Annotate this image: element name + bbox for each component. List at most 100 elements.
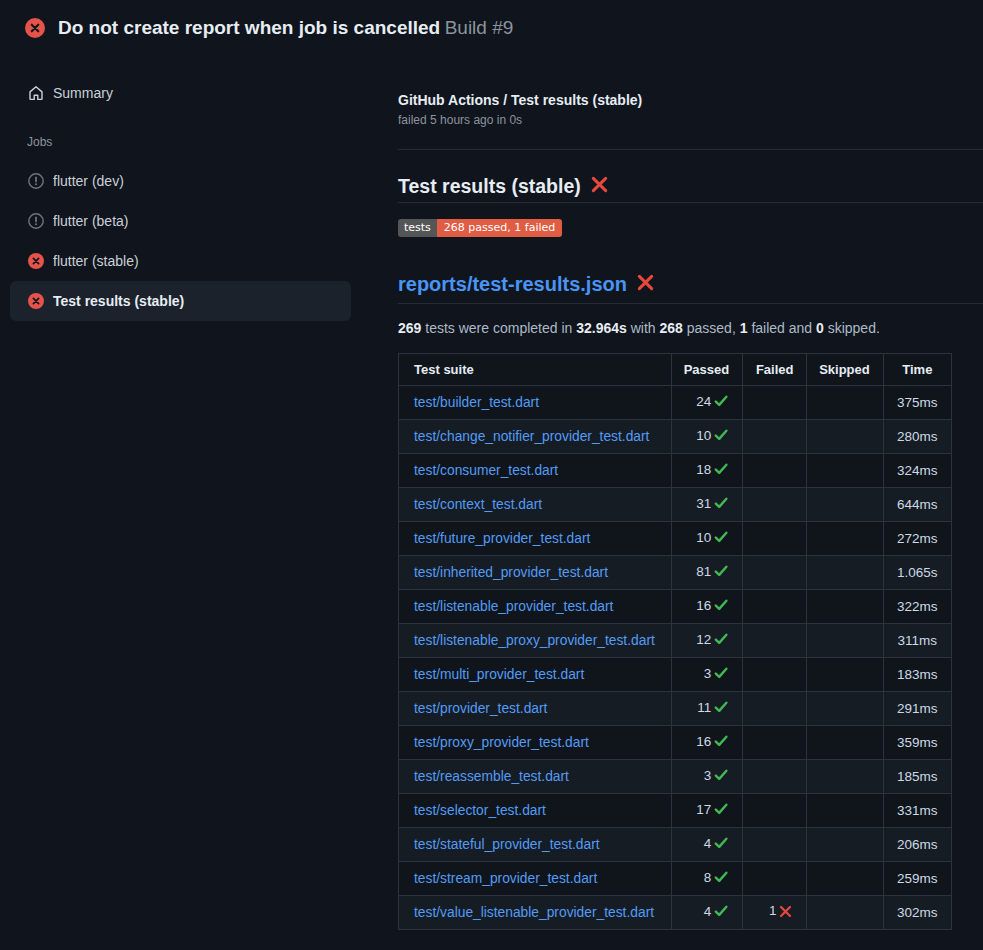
skipped-cell <box>807 624 883 658</box>
skipped-cell <box>807 760 883 794</box>
passed-cell: 8 <box>671 862 742 896</box>
time-cell: 291ms <box>883 692 951 726</box>
skipped-cell <box>807 386 883 420</box>
main-panel: GitHub Actions / Test results (stable) f… <box>398 56 983 930</box>
table-row: test/builder_test.dart 24 375ms <box>399 386 952 420</box>
time-cell: 185ms <box>883 760 951 794</box>
test-suite-link[interactable]: test/listenable_proxy_provider_test.dart <box>414 633 655 648</box>
table-row: test/proxy_provider_test.dart 16 359ms <box>399 726 952 760</box>
test-suite-link[interactable]: test/context_test.dart <box>414 497 542 512</box>
time-cell: 259ms <box>883 862 951 896</box>
test-suite-link[interactable]: test/listenable_provider_test.dart <box>414 599 613 614</box>
table-row: test/inherited_provider_test.dart 81 1.0… <box>399 556 952 590</box>
check-icon <box>713 529 729 548</box>
test-results-table: Test suite Passed Failed Skipped Time te… <box>398 353 952 930</box>
x-icon <box>778 904 793 922</box>
table-row: test/change_notifier_provider_test.dart … <box>399 420 952 454</box>
check-icon <box>713 665 729 684</box>
column-header-passed: Passed <box>671 354 742 386</box>
check-icon <box>713 563 729 582</box>
time-cell: 644ms <box>883 488 951 522</box>
check-icon <box>713 597 729 616</box>
check-icon <box>713 801 729 820</box>
passed-cell: 24 <box>671 386 742 420</box>
check-icon <box>713 699 729 718</box>
failed-x-icon <box>636 273 655 295</box>
skipped-cell <box>807 590 883 624</box>
column-header-skipped: Skipped <box>807 354 883 386</box>
tests-badge: tests 268 passed, 1 failed <box>398 219 562 237</box>
passed-cell: 3 <box>671 658 742 692</box>
time-cell: 331ms <box>883 794 951 828</box>
sidebar-item-flutter-beta[interactable]: flutter (beta) <box>10 201 351 241</box>
sidebar-item-summary[interactable]: Summary <box>10 73 351 113</box>
table-row: test/listenable_proxy_provider_test.dart… <box>399 624 952 658</box>
run-build-number: Build #9 <box>445 17 514 39</box>
failed-cell <box>743 862 807 896</box>
table-row: test/selector_test.dart 17 331ms <box>399 794 952 828</box>
table-row: test/consumer_test.dart 18 324ms <box>399 454 952 488</box>
test-suite-link[interactable]: test/future_provider_test.dart <box>414 531 590 546</box>
time-cell: 359ms <box>883 726 951 760</box>
test-suite-link[interactable]: test/selector_test.dart <box>414 803 546 818</box>
skipped-cell <box>807 522 883 556</box>
time-cell: 302ms <box>883 896 951 930</box>
test-suite-link[interactable]: test/multi_provider_test.dart <box>414 667 584 682</box>
passed-cell: 81 <box>671 556 742 590</box>
jobs-section-label: Jobs <box>27 135 398 149</box>
test-suite-link[interactable]: test/provider_test.dart <box>414 701 547 716</box>
skipped-cell <box>807 726 883 760</box>
failed-cell <box>743 692 807 726</box>
passed-cell: 18 <box>671 454 742 488</box>
check-icon <box>713 835 729 854</box>
passed-cell: 4 <box>671 828 742 862</box>
test-suite-link[interactable]: test/stateful_provider_test.dart <box>414 837 600 852</box>
skipped-cell <box>807 488 883 522</box>
failed-cell <box>743 522 807 556</box>
sidebar-item-flutter-dev[interactable]: flutter (dev) <box>10 161 351 201</box>
time-cell: 206ms <box>883 828 951 862</box>
check-icon <box>713 733 729 752</box>
time-cell: 1.065s <box>883 556 951 590</box>
skipped-cell <box>807 896 883 930</box>
skipped-cell <box>807 420 883 454</box>
sidebar-item-test-results-stable[interactable]: Test results (stable) <box>10 281 351 321</box>
status-failed-icon <box>28 253 44 269</box>
report-title-text: reports/test-results.json <box>398 274 627 294</box>
passed-cell: 10 <box>671 420 742 454</box>
skipped-cell <box>807 658 883 692</box>
failed-cell: 1 <box>743 896 807 930</box>
test-suite-link[interactable]: test/proxy_provider_test.dart <box>414 735 589 750</box>
sidebar-item-flutter-stable[interactable]: flutter (stable) <box>10 241 351 281</box>
sidebar-item-label: Summary <box>53 85 113 101</box>
report-file-link[interactable]: reports/test-results.json <box>398 273 983 304</box>
test-suite-link[interactable]: test/stream_provider_test.dart <box>414 871 597 886</box>
passed-cell: 12 <box>671 624 742 658</box>
table-row: test/stateful_provider_test.dart 4 206ms <box>399 828 952 862</box>
table-row: test/future_provider_test.dart 10 272ms <box>399 522 952 556</box>
column-header-test-suite: Test suite <box>399 354 672 386</box>
passed-cell: 16 <box>671 726 742 760</box>
test-suite-link[interactable]: test/builder_test.dart <box>414 395 539 410</box>
passed-cell: 31 <box>671 488 742 522</box>
table-header-row: Test suite Passed Failed Skipped Time <box>399 354 952 386</box>
check-icon <box>713 869 729 888</box>
section-title: Test results (stable) <box>398 175 983 203</box>
test-suite-link[interactable]: test/reassemble_test.dart <box>414 769 569 784</box>
test-suite-link[interactable]: test/change_notifier_provider_test.dart <box>414 429 649 444</box>
check-icon <box>713 495 729 514</box>
test-suite-link[interactable]: test/consumer_test.dart <box>414 463 558 478</box>
skipped-cell <box>807 454 883 488</box>
time-cell: 311ms <box>883 624 951 658</box>
sidebar-item-label: flutter (beta) <box>53 213 128 229</box>
divider <box>398 149 983 150</box>
check-icon <box>713 393 729 412</box>
time-cell: 375ms <box>883 386 951 420</box>
breadcrumb: GitHub Actions / Test results (stable) <box>398 92 983 108</box>
test-suite-link[interactable]: test/inherited_provider_test.dart <box>414 565 608 580</box>
passed-cell: 10 <box>671 522 742 556</box>
tests-summary-line: 269 tests were completed in 32.964s with… <box>398 320 983 337</box>
status-cancelled-icon <box>28 173 44 189</box>
test-suite-link[interactable]: test/value_listenable_provider_test.dart <box>414 905 654 920</box>
time-cell: 322ms <box>883 590 951 624</box>
